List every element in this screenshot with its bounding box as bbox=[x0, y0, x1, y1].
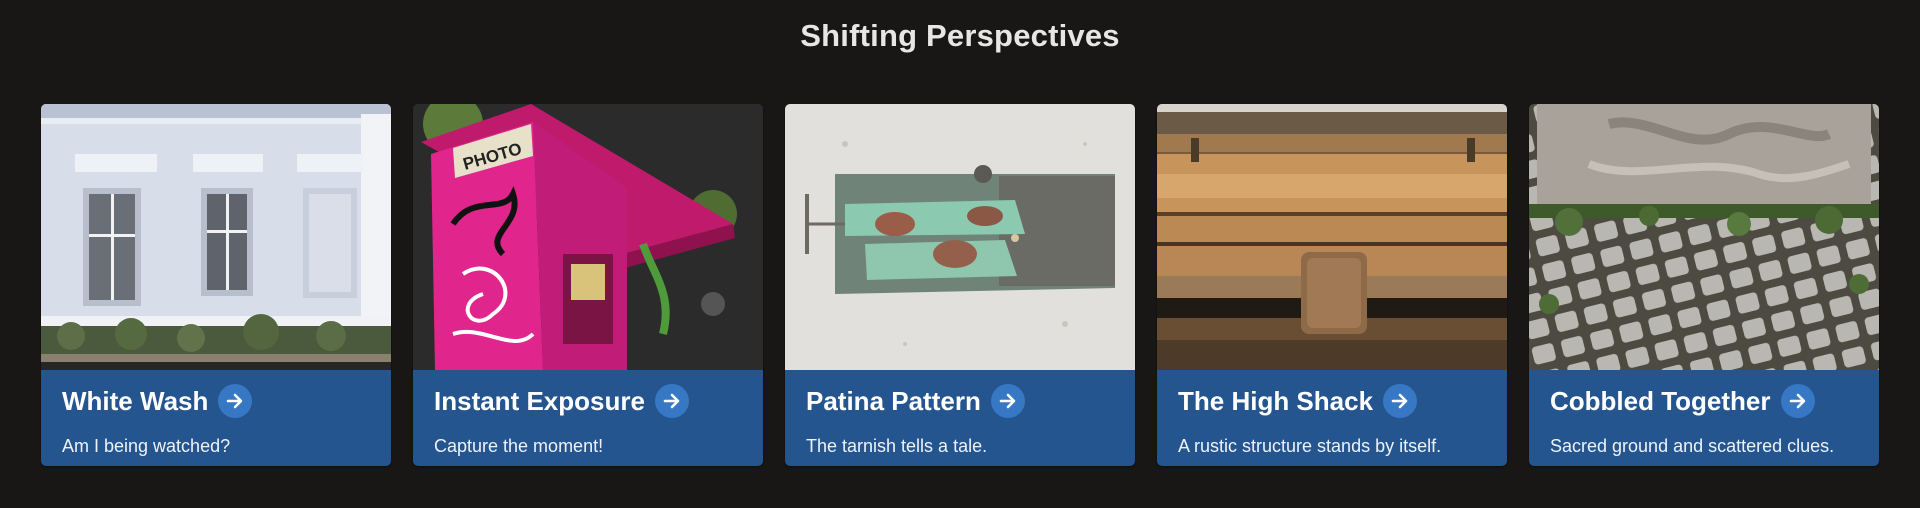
card-description: The tarnish tells a tale. bbox=[806, 436, 988, 456]
card-title-row[interactable]: White Wash bbox=[62, 384, 253, 418]
arrow-right-icon[interactable] bbox=[654, 384, 689, 418]
arrow-right-icon[interactable] bbox=[1780, 384, 1815, 418]
card-title[interactable]: Patina Pattern bbox=[806, 386, 981, 417]
page-title: Shifting Perspectives bbox=[800, 18, 1120, 53]
card-title-row[interactable]: Cobbled Together bbox=[1550, 384, 1815, 418]
card-title[interactable]: Cobbled Together bbox=[1550, 386, 1771, 417]
card-gallery: White Wash Am I being watched? PHOTO Ins… bbox=[41, 104, 1879, 466]
arrow-right-icon[interactable] bbox=[218, 384, 253, 418]
card-footer: Patina Pattern The tarnish tells a tale. bbox=[785, 370, 1135, 466]
card-footer: Cobbled Together Sacred ground and scatt… bbox=[1529, 370, 1879, 466]
card-title[interactable]: The High Shack bbox=[1178, 386, 1373, 417]
card-footer: Instant Exposure Capture the moment! bbox=[413, 370, 763, 466]
card-title[interactable]: White Wash bbox=[62, 386, 208, 417]
card-the-high-shack[interactable]: The High Shack A rustic structure stands… bbox=[1157, 104, 1507, 466]
card-image-cobbled-together[interactable] bbox=[1529, 104, 1879, 370]
card-description: Sacred ground and scattered clues. bbox=[1550, 436, 1835, 456]
card-image-the-high-shack[interactable] bbox=[1157, 104, 1507, 370]
arrow-right-icon[interactable] bbox=[1383, 384, 1418, 418]
card-instant-exposure[interactable]: PHOTO Instant Exposure Capture the momen… bbox=[413, 104, 763, 466]
card-title-row[interactable]: Instant Exposure bbox=[434, 384, 689, 418]
arrow-right-icon[interactable] bbox=[990, 384, 1025, 418]
page: Shifting Perspectives White Wash Am I be… bbox=[0, 0, 1920, 508]
card-image-patina-pattern[interactable] bbox=[785, 104, 1135, 370]
card-cobbled-together[interactable]: Cobbled Together Sacred ground and scatt… bbox=[1529, 104, 1879, 466]
card-footer: The High Shack A rustic structure stands… bbox=[1157, 370, 1507, 466]
card-white-wash[interactable]: White Wash Am I being watched? bbox=[41, 104, 391, 466]
card-description: Am I being watched? bbox=[62, 436, 231, 456]
card-title[interactable]: Instant Exposure bbox=[434, 386, 645, 417]
card-title-row[interactable]: The High Shack bbox=[1178, 384, 1418, 418]
card-image-instant-exposure[interactable]: PHOTO bbox=[413, 104, 763, 370]
card-image-white-wash[interactable] bbox=[41, 104, 391, 370]
card-footer: White Wash Am I being watched? bbox=[41, 370, 391, 466]
card-description: Capture the moment! bbox=[434, 436, 604, 456]
card-description: A rustic structure stands by itself. bbox=[1178, 436, 1442, 456]
card-patina-pattern[interactable]: Patina Pattern The tarnish tells a tale. bbox=[785, 104, 1135, 466]
card-title-row[interactable]: Patina Pattern bbox=[806, 384, 1025, 418]
